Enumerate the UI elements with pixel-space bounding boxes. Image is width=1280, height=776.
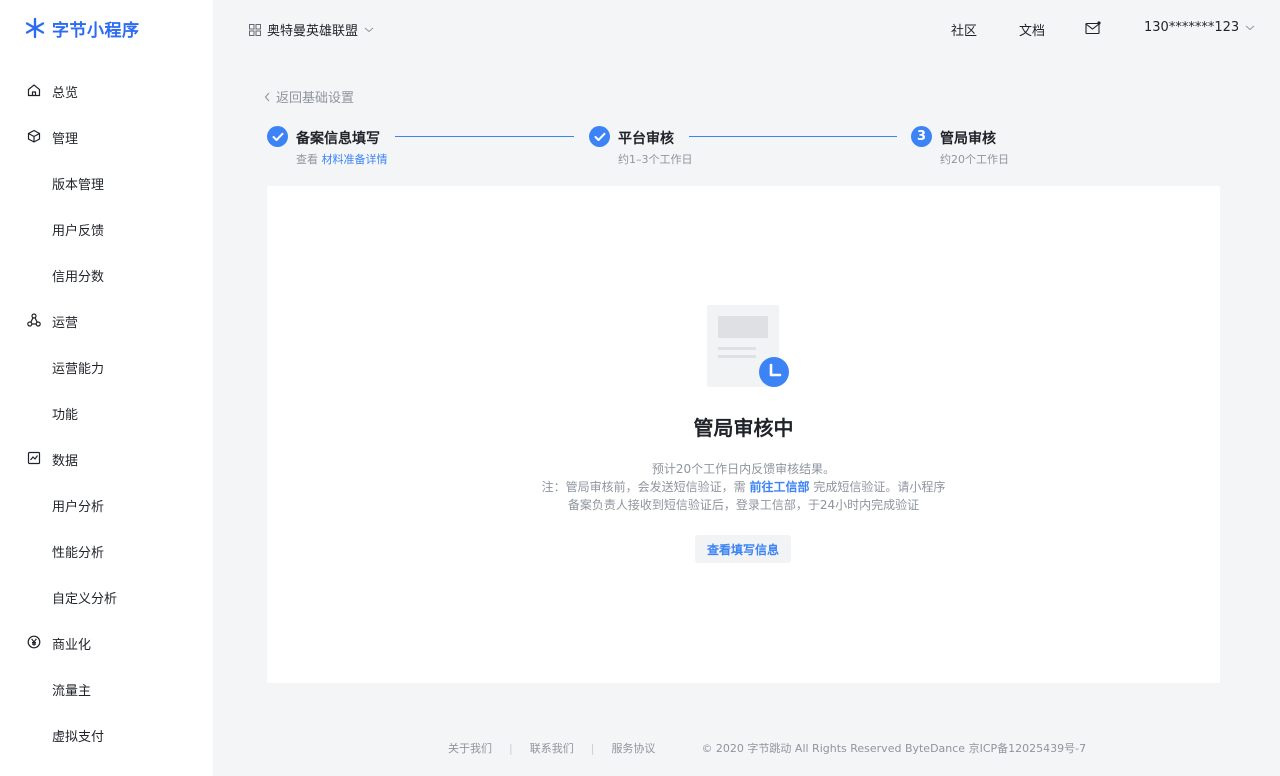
sidebar-item-feedback[interactable]: 用户反馈 xyxy=(0,216,213,240)
view-filled-info-button[interactable]: 查看填写信息 xyxy=(695,535,791,563)
sidebar: 字节小程序 总览 管理 版本管理 用户反馈 信用分数 运营 运营能力 功能 数据… xyxy=(0,0,213,776)
review-eta: 预计20个工作日内反馈审核结果。 xyxy=(651,462,836,476)
step-title: 备案信息填写 xyxy=(296,131,380,147)
review-note: 注：管局审核前，会发送短信验证，需 前往工信部 完成短信验证。请小程序 xyxy=(267,478,1220,496)
review-note-continued: 备案负责人接收到短信验证后，登录工信部，于24小时内完成验证 xyxy=(567,498,920,512)
sidebar-item-label: 运营能力 xyxy=(52,362,105,377)
step-subtitle: 约20个工作日 xyxy=(940,153,1009,166)
sidebar-item-label: 版本管理 xyxy=(52,178,105,193)
document-clock-icon xyxy=(707,305,789,387)
step-title: 管局审核 xyxy=(940,131,996,147)
cube-icon xyxy=(27,129,41,143)
sidebar-item-performance[interactable]: 性能分析 xyxy=(0,538,213,562)
footer-divider: | xyxy=(509,741,513,755)
copyright: © 2020 字节跳动 All Rights Reserved ByteDanc… xyxy=(701,742,1087,755)
miit-link[interactable]: 前往工信部 xyxy=(749,480,809,494)
sidebar-item-label: 运营 xyxy=(52,316,79,331)
app-name: 奥特曼英雄联盟 xyxy=(267,24,359,39)
sidebar-item-credit[interactable]: 信用分数 xyxy=(0,262,213,286)
step-subtitle-prefix: 查看 xyxy=(296,153,322,166)
chevron-down-icon xyxy=(1245,25,1255,30)
brand-logo-icon xyxy=(25,17,45,39)
brand-name: 字节小程序 xyxy=(52,20,140,41)
sidebar-item-label: 用户反馈 xyxy=(52,224,105,239)
sidebar-item-custom-analysis[interactable]: 自定义分析 xyxy=(0,584,213,608)
sidebar-item-label: 管理 xyxy=(52,132,79,147)
home-icon xyxy=(27,84,41,97)
review-description: 预计20个工作日内反馈审核结果。 注：管局审核前，会发送短信验证，需 前往工信部… xyxy=(267,460,1220,514)
sidebar-item-traffic-owner[interactable]: 流量主 xyxy=(0,676,213,700)
sidebar-item-label: 用户分析 xyxy=(52,500,105,515)
chevron-left-icon xyxy=(264,92,270,101)
sidebar-item-operations[interactable]: 运营 xyxy=(0,308,213,332)
terms-link[interactable]: 服务协议 xyxy=(611,740,655,756)
share-icon xyxy=(27,313,41,327)
sidebar-item-label: 信用分数 xyxy=(52,270,105,285)
review-note-suffix: 完成短信验证。请小程序 xyxy=(809,480,946,494)
footer: 关于我们 | 联系我们 | 服务协议 © 2020 字节跳动 All Right… xyxy=(448,740,1086,756)
step-connector xyxy=(689,136,897,137)
sidebar-item-label: 总览 xyxy=(52,86,79,101)
sidebar-item-versions[interactable]: 版本管理 xyxy=(0,170,213,194)
review-status-card: 管局审核中 预计20个工作日内反馈审核结果。 注：管局审核前，会发送短信验证，需… xyxy=(267,186,1220,683)
step-check-icon xyxy=(589,126,610,147)
sidebar-item-label: 数据 xyxy=(52,454,79,469)
user-menu[interactable]: 130*******123 xyxy=(1144,20,1255,35)
user-phone: 130*******123 xyxy=(1144,20,1240,35)
sidebar-item-user-analysis[interactable]: 用户分析 xyxy=(0,492,213,516)
brand-logo[interactable]: 字节小程序 xyxy=(24,16,140,41)
step-check-icon xyxy=(267,126,288,147)
contact-link[interactable]: 联系我们 xyxy=(530,740,574,756)
footer-divider: | xyxy=(590,741,595,755)
chart-icon xyxy=(27,451,41,465)
materials-detail-link[interactable]: 材料准备详情 xyxy=(322,153,388,166)
apps-grid-icon xyxy=(249,23,261,36)
step-number: 3 xyxy=(911,126,932,147)
review-title: 管局审核中 xyxy=(693,416,794,440)
sidebar-item-label: 商业化 xyxy=(52,638,92,653)
community-link[interactable]: 社区 xyxy=(951,20,977,39)
sidebar-item-monetization[interactable]: 商业化 xyxy=(0,630,213,654)
sidebar-item-overview[interactable]: 总览 xyxy=(0,78,213,102)
step-subtitle: 查看 材料准备详情 xyxy=(296,151,388,167)
review-note-prefix: 注：管局审核前，会发送短信验证，需 xyxy=(541,480,750,494)
step-connector xyxy=(395,136,574,137)
back-to-basic-settings[interactable]: 返回基础设置 xyxy=(264,87,354,106)
sidebar-item-label: 虚拟支付 xyxy=(52,730,105,745)
top-header: 奥特曼英雄联盟 社区 文档 130*******123 xyxy=(213,0,1280,56)
sidebar-item-label: 性能分析 xyxy=(52,546,105,561)
about-link[interactable]: 关于我们 xyxy=(448,740,492,756)
sidebar-item-manage[interactable]: 管理 xyxy=(0,124,213,148)
step-title: 平台审核 xyxy=(618,131,674,147)
sidebar-item-features[interactable]: 功能 xyxy=(0,400,213,424)
mail-icon[interactable] xyxy=(1085,20,1101,36)
chevron-down-icon xyxy=(364,27,374,32)
sidebar-item-label: 流量主 xyxy=(52,684,92,699)
docs-link[interactable]: 文档 xyxy=(1019,20,1045,39)
app-switcher[interactable]: 奥特曼英雄联盟 xyxy=(249,20,374,39)
sidebar-item-ops-capability[interactable]: 运营能力 xyxy=(0,354,213,378)
back-label: 返回基础设置 xyxy=(276,91,355,106)
sidebar-item-data[interactable]: 数据 xyxy=(0,446,213,470)
sidebar-item-label: 功能 xyxy=(52,408,79,423)
yen-icon xyxy=(27,635,41,649)
step-subtitle: 约1–3个工作日 xyxy=(618,153,693,166)
sidebar-item-label: 自定义分析 xyxy=(52,592,118,607)
sidebar-item-virtual-payment[interactable]: 虚拟支付 xyxy=(0,722,213,746)
